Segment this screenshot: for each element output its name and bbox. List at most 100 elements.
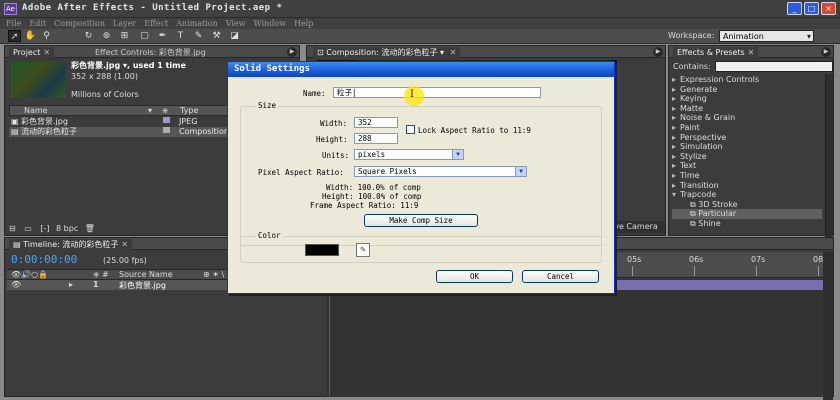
expand-triangle-icon[interactable]: ▸ [672,133,680,143]
lock-aspect-checkbox[interactable] [406,125,415,134]
column-source-name[interactable]: Source Name [119,270,173,279]
effect-category-item[interactable]: ▸ Keying [672,94,822,104]
ok-button[interactable]: OK [436,270,513,283]
close-icon[interactable]: ✕ [450,48,457,57]
interpret-footage-icon[interactable]: ⊟ [9,224,16,233]
clone-stamp-icon[interactable]: ⚒ [210,30,223,42]
orbit-camera-icon[interactable]: ⊛ [100,30,113,42]
contains-search-input[interactable] [715,61,833,72]
tab-project[interactable]: Project ✕ [9,47,55,58]
arrow-icon[interactable]: ➚ [8,30,21,42]
effect-category-item[interactable]: ▸ Matte [672,104,822,114]
effect-category-item[interactable]: ▸ Transition [672,181,822,191]
workspace-select[interactable]: Animation ▾ [719,30,814,42]
menu-file[interactable]: File [6,18,21,29]
menu-animation[interactable]: Animation [176,18,218,29]
effect-category-item[interactable]: ▸ Paint [672,123,822,133]
close-window-button[interactable]: × [821,2,836,15]
maximize-button[interactable]: □ [804,2,819,15]
effect-category-item[interactable]: ▸ Time [672,171,822,181]
menu-edit[interactable]: Edit [29,18,46,29]
eyedropper-icon[interactable]: ✎ [356,243,370,257]
menu-composition[interactable]: Composition [54,18,105,29]
trash-icon[interactable]: 🗑 [85,224,95,233]
effect-category-item[interactable]: ▸ Noise & Grain [672,113,822,123]
expand-triangle-icon[interactable]: ▸ [69,280,73,289]
chevron-down-icon[interactable]: ▼ [515,167,526,176]
tab-timeline[interactable]: ▤ Timeline: 流动的彩色粒子 ✕ [9,239,133,250]
width-input[interactable]: 352 [354,117,398,128]
height-input[interactable]: 288 [354,133,398,144]
effect-category-item[interactable]: ▸ Perspective [672,133,822,143]
tab-effect-controls[interactable]: Effect Controls: 彩色背景.jpg [91,47,210,58]
av-features-icons[interactable]: 👁🔊○🔒 [11,270,48,279]
expand-triangle-icon[interactable]: ▸ [672,85,680,95]
switches-icons[interactable]: ⊕ ✶ \ [203,270,224,279]
minimize-button[interactable]: _ [787,2,802,15]
column-type[interactable]: Type [180,106,198,116]
timeline-scrollbar[interactable] [823,252,833,400]
visibility-icon[interactable]: 👁 [11,280,21,289]
collapse-triangle-icon[interactable]: ▾ [672,190,680,200]
sort-icon[interactable]: ▾ [148,106,152,116]
close-icon[interactable]: ✕ [43,48,50,57]
bpc-label[interactable]: 8 bpc [56,224,78,233]
pixel-aspect-select[interactable]: Square Pixels ▼ [354,166,527,177]
lock-icon[interactable]: ⊡ [317,48,324,57]
effect-category-item[interactable]: ▸ Expression Controls [672,75,822,85]
expand-triangle-icon[interactable]: ▸ [672,113,680,123]
effect-category-item[interactable]: ▾ Trapcode [672,190,822,200]
pen-icon[interactable]: ✒ [156,30,169,42]
zoom-icon[interactable]: ⚲ [40,30,53,42]
effect-item-particular[interactable]: ⧉ Particular [672,209,822,219]
close-icon[interactable]: ✕ [121,240,128,249]
expand-triangle-icon[interactable]: ▸ [672,181,680,191]
expand-triangle-icon[interactable]: ▸ [672,142,680,152]
effects-scrollbar[interactable] [825,74,833,264]
new-folder-icon[interactable]: ▭ [24,224,32,233]
effect-item-3d-stroke[interactable]: ⧉ 3D Stroke [672,200,822,210]
tab-effects-presets[interactable]: Effects & Presets ✕ [673,47,759,58]
panel-menu-icon[interactable]: ▶ [653,47,663,57]
menu-window[interactable]: Window [254,18,287,29]
solid-color-swatch[interactable] [305,244,339,256]
close-icon[interactable]: ✕ [748,48,755,57]
panel-menu-icon[interactable]: ▶ [821,47,831,57]
effect-category-item[interactable]: ▸ Simulation [672,142,822,152]
expand-triangle-icon[interactable]: ▸ [672,123,680,133]
panel-menu-icon[interactable]: ▶ [287,47,297,57]
menu-layer[interactable]: Layer [113,18,136,29]
text-icon[interactable]: T [174,30,187,42]
expand-triangle-icon[interactable]: ▸ [672,152,680,162]
effect-category-item[interactable]: ▸ Text [672,161,822,171]
effect-category-item[interactable]: ▸ Stylize [672,152,822,162]
expand-triangle-icon[interactable]: ▸ [672,75,680,85]
menu-view[interactable]: View [226,18,246,29]
tab-composition[interactable]: ⊡ Composition: 流动的彩色粒子 ▾ ✕ [313,47,461,58]
chevron-down-icon[interactable]: ▼ [452,150,463,159]
rotate-icon[interactable]: ↻ [82,30,95,42]
expand-triangle-icon[interactable]: ▸ [672,161,680,171]
project-item[interactable]: ▣ 彩色背景.jpg JPEG [9,117,229,127]
hand-icon[interactable]: ✋ [24,30,37,42]
project-item[interactable]: ▤ 流动的彩色粒子 Composition [9,127,229,137]
effect-category-item[interactable]: ▸ Generate [672,85,822,95]
expand-triangle-icon[interactable]: ▸ [672,94,680,104]
menu-help[interactable]: Help [294,18,313,29]
effect-item-shine[interactable]: ⧉ Shine [672,219,822,229]
new-comp-icon[interactable]: [-] [40,224,49,233]
current-time-display[interactable]: 0:00:00:00 [11,253,77,266]
expand-triangle-icon[interactable]: ▸ [672,104,680,114]
cancel-button[interactable]: Cancel [522,270,599,283]
label-column-icon[interactable]: ⎈ [162,106,168,116]
solid-name-input[interactable]: 粒子| [333,87,541,98]
chevron-down-icon[interactable]: ▾ [440,48,444,57]
menu-effect[interactable]: Effect [144,18,168,29]
units-select[interactable]: pixels ▼ [354,149,464,160]
label-column-icon[interactable]: ⎈ # [93,270,109,280]
timeline-track-area[interactable] [327,279,825,397]
brush-icon[interactable]: ✎ [192,30,205,42]
rectangle-mask-icon[interactable]: ▢ [138,30,151,42]
eraser-icon[interactable]: ◪ [228,30,241,42]
make-comp-size-button[interactable]: Make Comp Size [364,214,478,227]
